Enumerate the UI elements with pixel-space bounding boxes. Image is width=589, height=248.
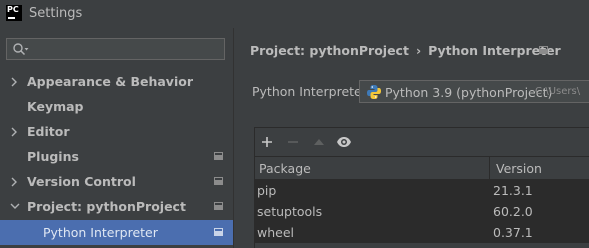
breadcrumb: Project: pythonProject › Python Interprete… bbox=[250, 43, 561, 58]
sidebar-item-label: Plugins bbox=[27, 149, 79, 164]
packages-table-header: Package Version bbox=[255, 156, 589, 180]
table-row[interactable]: setuptools 60.2.0 bbox=[255, 201, 589, 222]
chevron-right-icon bbox=[11, 77, 17, 87]
sidebar-item-label: Project: pythonProject bbox=[27, 199, 186, 214]
sidebar-item-python-interpreter[interactable]: Python Interpreter bbox=[0, 220, 233, 245]
sidebar-item-appearance-behavior[interactable]: Appearance & Behavior bbox=[0, 69, 233, 94]
chevron-down-icon bbox=[10, 203, 20, 209]
sidebar-item-project[interactable]: Project: pythonProject bbox=[0, 194, 233, 219]
settings-sidebar: Appearance & Behavior Keymap Editor Plug… bbox=[0, 28, 233, 248]
sidebar-item-plugins[interactable]: Plugins bbox=[0, 144, 233, 169]
sidebar-item-editor[interactable]: Editor bbox=[0, 119, 233, 144]
app-logo-text: PC bbox=[7, 5, 19, 14]
sidebar-item-label: Keymap bbox=[27, 99, 84, 114]
title-bar: PC Settings bbox=[0, 0, 589, 28]
column-divider[interactable] bbox=[489, 157, 490, 180]
table-row[interactable]: wheel 0.37.1 bbox=[255, 222, 589, 243]
breadcrumb-separator: › bbox=[415, 43, 422, 58]
table-row[interactable]: pip 21.3.1 bbox=[255, 180, 589, 201]
settings-content: Project: pythonProject › Python Interprete… bbox=[234, 28, 589, 248]
interpreter-value: Python 3.9 (pythonProject) bbox=[385, 85, 553, 100]
sidebar-item-version-control[interactable]: Version Control bbox=[0, 169, 233, 194]
sidebar-item-label: Editor bbox=[27, 124, 70, 139]
packages-toolbar bbox=[255, 128, 589, 156]
search-input[interactable] bbox=[6, 38, 225, 60]
sidebar-item-label: Appearance & Behavior bbox=[27, 74, 193, 89]
package-version: 21.3.1 bbox=[493, 183, 533, 198]
breadcrumb-parent[interactable]: Project: pythonProject bbox=[250, 43, 409, 58]
upgrade-icon[interactable] bbox=[311, 134, 327, 150]
chevron-right-icon bbox=[11, 177, 17, 187]
add-icon[interactable] bbox=[259, 134, 275, 150]
package-version: 60.2.0 bbox=[493, 204, 533, 219]
pycharm-logo-icon: PC bbox=[6, 5, 22, 21]
sidebar-item-label: Version Control bbox=[27, 174, 136, 189]
packages-panel: Package Version pip 21.3.1 setuptools 60… bbox=[254, 127, 589, 248]
interpreter-select[interactable]: Python 3.9 (pythonProject) C:\Users\ bbox=[359, 80, 589, 103]
eye-icon[interactable] bbox=[336, 134, 352, 150]
python-icon bbox=[367, 85, 381, 99]
interpreter-path: C:\Users\ bbox=[535, 86, 581, 97]
package-name: wheel bbox=[257, 225, 294, 240]
package-name: setuptools bbox=[257, 204, 323, 219]
package-version: 0.37.1 bbox=[493, 225, 533, 240]
column-header-version[interactable]: Version bbox=[496, 161, 542, 176]
chevron-right-icon bbox=[11, 127, 17, 137]
window-title: Settings bbox=[29, 6, 83, 21]
package-name: pip bbox=[257, 183, 277, 198]
sidebar-item-keymap[interactable]: Keymap bbox=[0, 94, 233, 119]
remove-icon[interactable] bbox=[285, 134, 301, 150]
column-header-package[interactable]: Package bbox=[259, 161, 311, 176]
project-settings-icon bbox=[214, 152, 223, 160]
project-settings-icon bbox=[539, 46, 548, 54]
sidebar-item-label: Python Interpreter bbox=[43, 225, 158, 240]
search-icon bbox=[13, 43, 29, 56]
interpreter-label: Python Interpreter: bbox=[252, 84, 371, 99]
project-settings-icon bbox=[214, 177, 223, 185]
packages-table-body: pip 21.3.1 setuptools 60.2.0 wheel 0.37.… bbox=[255, 180, 589, 243]
project-settings-icon bbox=[214, 202, 223, 210]
project-settings-icon bbox=[214, 228, 223, 236]
